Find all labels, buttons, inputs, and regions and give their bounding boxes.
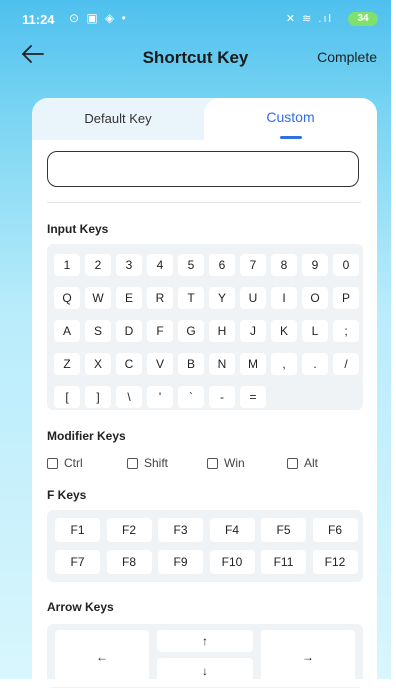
input-key[interactable]: P xyxy=(333,287,359,309)
f-key[interactable]: F2 xyxy=(106,518,152,542)
input-key[interactable]: U xyxy=(240,287,266,309)
input-key[interactable]: 2 xyxy=(85,254,111,276)
notification-icons: ⊙ ▣ ◈ • xyxy=(69,11,128,25)
shortcut-input[interactable] xyxy=(47,151,359,187)
arrow-up-key[interactable]: ↑ xyxy=(157,630,253,652)
f-key[interactable]: F7 xyxy=(55,550,100,574)
back-button[interactable] xyxy=(20,42,60,72)
input-key[interactable]: X xyxy=(85,353,111,375)
tab-custom[interactable]: Custom xyxy=(204,98,377,140)
input-key[interactable]: N xyxy=(209,353,235,375)
f-key[interactable]: F4 xyxy=(209,518,255,542)
complete-button[interactable]: Complete xyxy=(317,49,377,65)
modifier-label: Ctrl xyxy=(64,456,83,470)
status-bar: 11:24 ⊙ ▣ ◈ • ✕ ≋ .ıl 34 xyxy=(0,0,391,36)
battery-icon: 34 xyxy=(348,12,378,26)
signal-wifi-icons: ✕ ≋ .ıl xyxy=(285,13,333,25)
back-arrow-icon xyxy=(22,45,44,63)
modifier-label: Win xyxy=(224,456,245,470)
modifier-keys-row: Ctrl Shift Win Alt xyxy=(47,453,367,473)
input-key[interactable]: . xyxy=(302,353,328,375)
input-key[interactable]: R xyxy=(147,287,173,309)
checkbox[interactable] xyxy=(207,457,218,469)
input-key[interactable]: I xyxy=(271,287,297,309)
modifier-keys-title: Modifier Keys xyxy=(47,429,126,443)
input-key[interactable]: \ xyxy=(116,386,142,408)
bottom-edge xyxy=(0,679,396,687)
checkbox[interactable] xyxy=(287,457,298,469)
modifier-ctrl-option[interactable]: Ctrl xyxy=(47,453,83,473)
input-key[interactable]: T xyxy=(178,287,204,309)
f-keys-title: F Keys xyxy=(47,488,87,502)
input-key[interactable]: ] xyxy=(85,386,111,408)
input-key[interactable]: B xyxy=(178,353,204,375)
input-key[interactable]: Y xyxy=(209,287,235,309)
divider xyxy=(47,202,361,203)
tab-default-key[interactable]: Default Key xyxy=(32,98,204,140)
input-key[interactable]: 9 xyxy=(302,254,328,276)
f-key[interactable]: F5 xyxy=(261,518,306,542)
input-key[interactable]: 5 xyxy=(178,254,204,276)
input-key[interactable]: F xyxy=(147,320,173,342)
f-key[interactable]: F10 xyxy=(209,550,255,574)
input-keys-panel: 1 2 3 4 5 6 7 8 9 0 Q W E R T Y U I O P A S D F G H J K L; Z X C V B N M,. /… xyxy=(47,244,363,410)
input-key[interactable]: 4 xyxy=(147,254,173,276)
arrow-keys-title: Arrow Keys xyxy=(47,600,114,614)
arrow-left-key[interactable]: ← xyxy=(55,630,149,684)
right-edge xyxy=(391,0,396,687)
input-key[interactable]: M xyxy=(240,353,266,375)
input-key[interactable]: ` xyxy=(178,386,204,408)
input-key[interactable]: E xyxy=(116,287,142,309)
input-key[interactable]: 3 xyxy=(116,254,142,276)
input-key[interactable]: 8 xyxy=(271,254,297,276)
modifier-win-option[interactable]: Win xyxy=(207,453,245,473)
input-key[interactable]: L xyxy=(302,320,328,342)
input-key[interactable]: A xyxy=(54,320,80,342)
arrow-right-key[interactable]: → xyxy=(261,630,355,684)
status-time: 11:24 xyxy=(22,12,55,27)
input-keys-title: Input Keys xyxy=(47,222,109,236)
f-key[interactable]: F6 xyxy=(312,518,358,542)
f-key[interactable]: F3 xyxy=(158,518,203,542)
input-key[interactable]: Z xyxy=(54,353,80,375)
input-key[interactable]: S xyxy=(85,320,111,342)
input-key[interactable]: C xyxy=(116,353,142,375)
input-key[interactable]: W xyxy=(85,287,111,309)
active-tab-indicator xyxy=(280,136,302,139)
input-key[interactable]: , xyxy=(271,353,297,375)
modifier-alt-option[interactable]: Alt xyxy=(287,453,318,473)
f-key[interactable]: F8 xyxy=(106,550,152,574)
input-key[interactable]: / xyxy=(333,353,359,375)
f-key[interactable]: F11 xyxy=(261,550,306,574)
input-key[interactable]: 6 xyxy=(209,254,235,276)
input-key[interactable]: H xyxy=(209,320,235,342)
input-key[interactable]: J xyxy=(240,320,266,342)
f-key[interactable]: F9 xyxy=(158,550,203,574)
input-key[interactable]: 1 xyxy=(54,254,80,276)
modifier-label: Shift xyxy=(144,456,169,470)
input-key[interactable]: ' xyxy=(147,386,173,408)
input-key[interactable]: ; xyxy=(333,320,359,342)
f-keys-panel: F1 F2 F3 F4 F5 F6 F7 F8 F9 F10 F11 F12 xyxy=(47,510,363,582)
input-key[interactable]: O xyxy=(302,287,328,309)
input-key[interactable]: 7 xyxy=(240,254,266,276)
input-key[interactable]: G xyxy=(178,320,204,342)
checkbox[interactable] xyxy=(127,457,138,469)
input-key[interactable]: K xyxy=(271,320,297,342)
input-key[interactable]: D xyxy=(116,320,142,342)
shortcut-card: Default Key Custom Input Keys 1234567890… xyxy=(32,98,377,688)
header: Shortcut Key Complete xyxy=(0,36,391,80)
f-key[interactable]: F1 xyxy=(55,518,100,542)
input-key[interactable]: - xyxy=(209,386,235,408)
input-key[interactable]: 0 xyxy=(333,254,359,276)
input-key[interactable]: V xyxy=(147,353,173,375)
modifier-shift-option[interactable]: Shift xyxy=(127,453,168,473)
input-key[interactable]: [ xyxy=(54,386,80,408)
input-key[interactable]: = xyxy=(240,386,266,408)
input-key[interactable]: Q xyxy=(54,287,80,309)
modifier-label: Alt xyxy=(304,456,319,470)
f-key[interactable]: F12 xyxy=(312,550,358,574)
checkbox[interactable] xyxy=(47,457,58,469)
